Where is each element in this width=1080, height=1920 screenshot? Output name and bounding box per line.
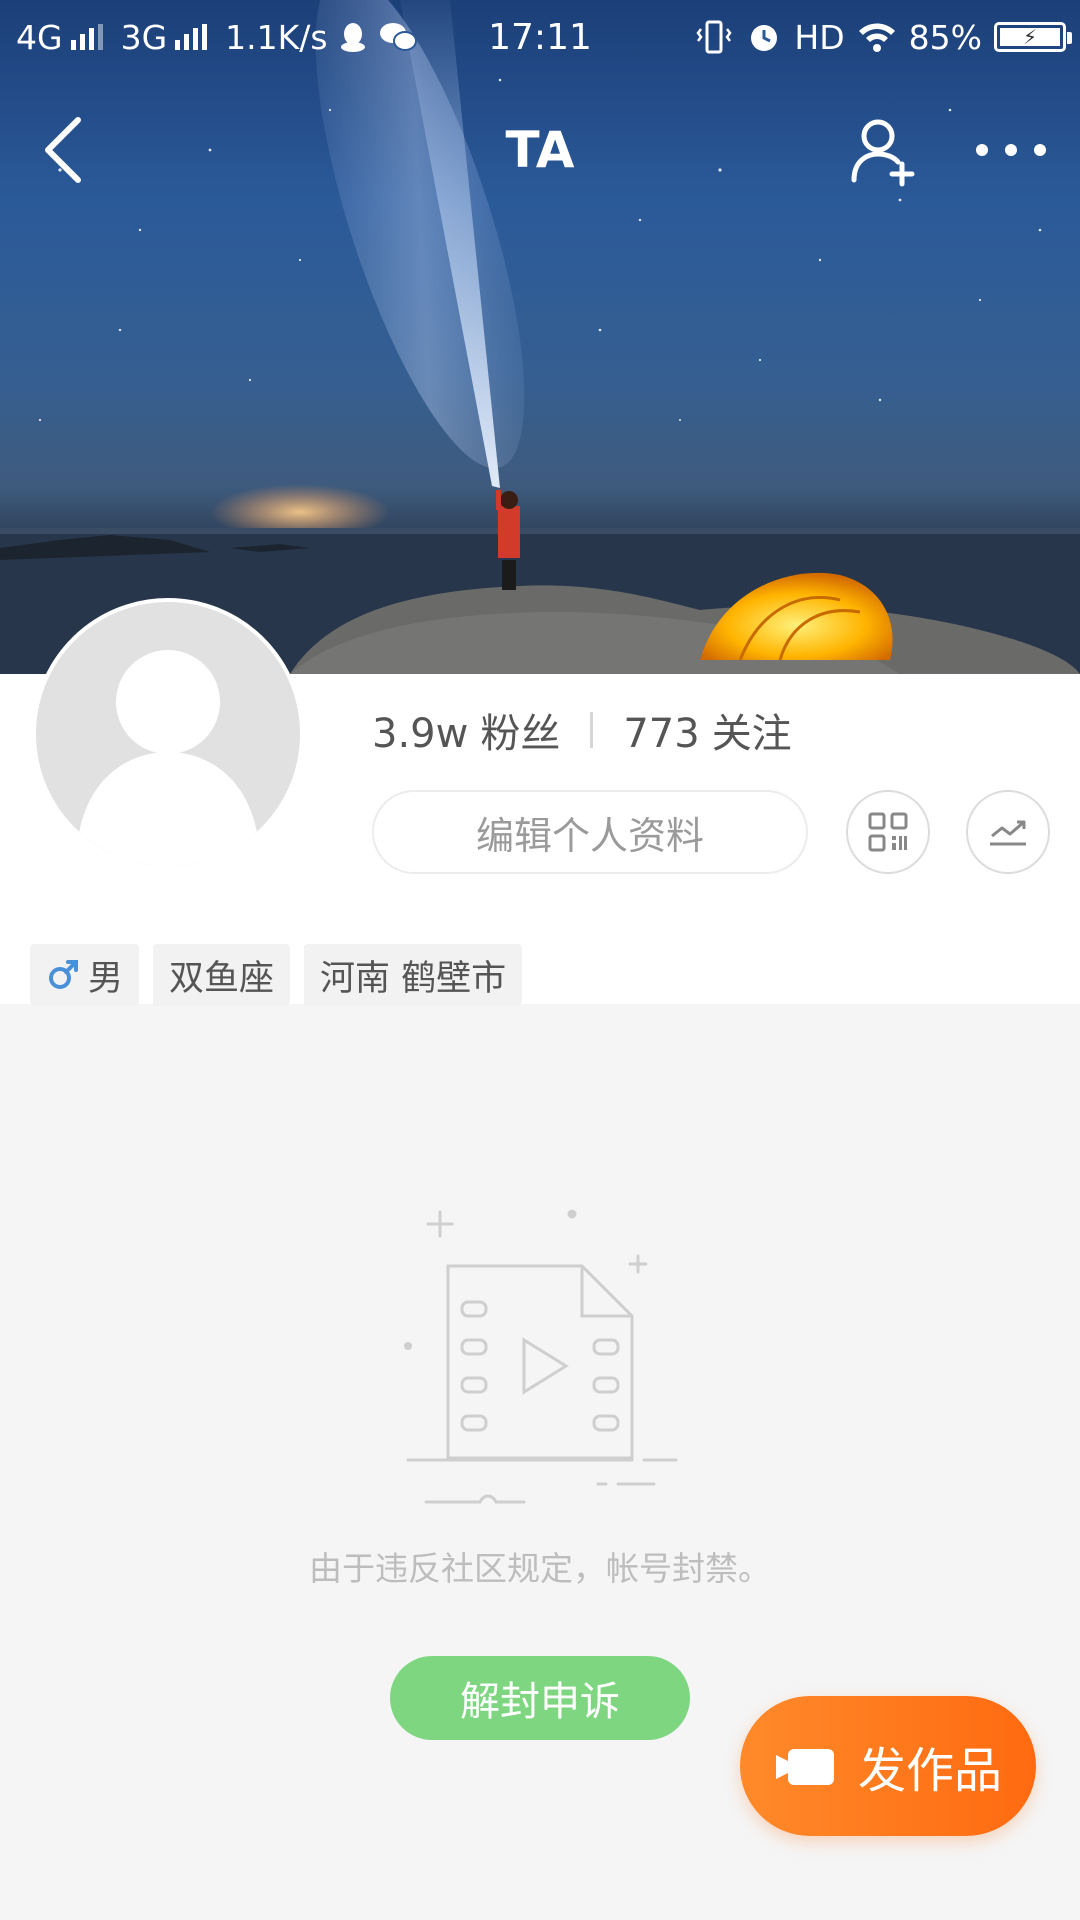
video-file-icon: [404, 1209, 678, 1504]
publish-button[interactable]: 发作品: [740, 1696, 1036, 1836]
location-label: 河南 鹤壁市: [320, 958, 507, 999]
ban-message: 由于违反社区规定，帐号封禁。: [309, 1549, 771, 1588]
add-friend-icon[interactable]: [846, 112, 922, 188]
wechat-icon: [379, 23, 417, 51]
qr-code-icon: [868, 812, 908, 852]
qr-code-button[interactable]: [846, 790, 930, 874]
battery-icon: ⚡: [994, 22, 1072, 52]
followers-stat[interactable]: 3.9w 粉丝: [372, 701, 560, 759]
default-avatar-icon: [76, 650, 260, 866]
video-camera-icon: [775, 1749, 834, 1785]
followers-label: 粉丝: [480, 711, 561, 757]
following-count: 773: [623, 711, 700, 757]
more-icon[interactable]: [966, 112, 1056, 188]
signal-icon-2: [175, 24, 208, 50]
hd-label: HD: [794, 17, 845, 57]
alarm-icon: [751, 25, 778, 51]
network-type-1: 4G: [16, 17, 63, 57]
gender-tag: 男: [30, 944, 140, 1006]
location-tag: 河南 鹤壁市: [304, 944, 523, 1006]
zodiac-tag: 双鱼座: [153, 944, 291, 1006]
status-bar: 4G 3G 1.1K/s 17:11 HD 85% ⚡: [0, 0, 1080, 74]
followers-count: 3.9w: [372, 711, 469, 757]
following-label: 关注: [711, 711, 792, 757]
following-stat[interactable]: 773 关注: [623, 701, 791, 759]
qq-icon: [340, 23, 365, 52]
profile-screen: 4G 3G 1.1K/s 17:11 HD 85% ⚡ TA 3.9w 粉丝 7…: [0, 0, 1080, 1920]
male-icon: [49, 960, 78, 989]
trend-chart-icon: [990, 820, 1026, 846]
data-trend-button[interactable]: [966, 790, 1050, 874]
publish-label: 发作品: [857, 1743, 1002, 1799]
network-speed: 1.1K/s: [225, 17, 328, 57]
gender-label: 男: [88, 958, 124, 999]
vibrate-icon: [696, 20, 732, 54]
status-right: HD 85% ⚡: [694, 0, 1072, 74]
network-type-2: 3G: [120, 17, 168, 57]
signal-icon: [70, 24, 103, 50]
appeal-button[interactable]: 解封申诉: [390, 1656, 690, 1740]
back-icon[interactable]: [30, 110, 110, 190]
status-left: 4G 3G 1.1K/s: [16, 0, 418, 74]
avatar[interactable]: [32, 598, 304, 870]
battery-percent: 85%: [908, 17, 982, 57]
edit-profile-button[interactable]: 编辑个人资料: [372, 790, 808, 874]
zodiac-label: 双鱼座: [169, 958, 275, 999]
wifi-icon: [858, 23, 895, 52]
stats-row: 3.9w 粉丝 773 关注: [372, 700, 792, 760]
stats-divider: [590, 712, 594, 748]
top-nav: TA: [0, 90, 1080, 210]
profile-tags: 男 双鱼座 河南 鹤壁市: [30, 944, 523, 1006]
